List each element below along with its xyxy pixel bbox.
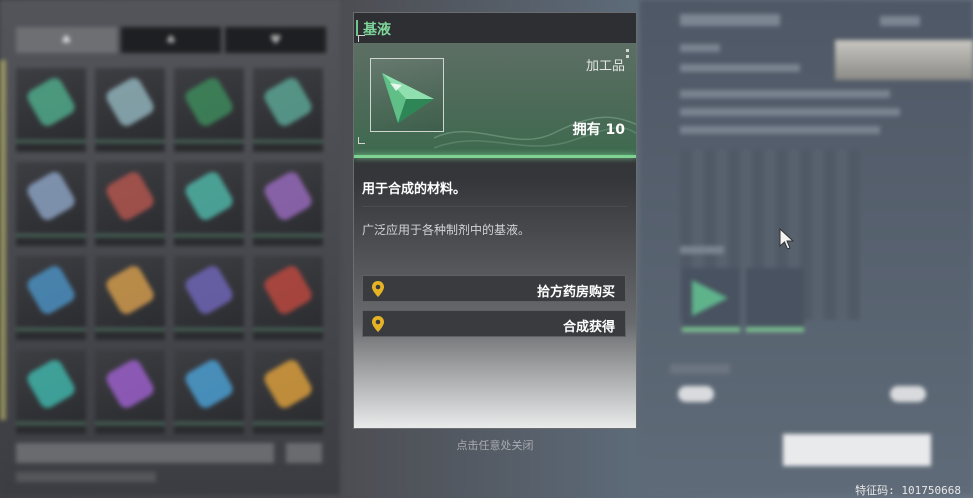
item-category: 加工品 bbox=[585, 59, 625, 74]
inventory-slot[interactable] bbox=[253, 68, 323, 152]
location-pin-icon bbox=[372, 316, 384, 332]
inventory-slot[interactable] bbox=[174, 350, 244, 434]
inventory-tabs: ♠ ♠ ♥ bbox=[16, 27, 327, 53]
inventory-slot[interactable] bbox=[95, 68, 165, 152]
item-name: 基液 bbox=[363, 22, 391, 38]
crafting-text-line bbox=[680, 126, 880, 134]
more-options-icon bbox=[626, 49, 629, 58]
crafting-material-slot[interactable] bbox=[746, 268, 804, 332]
inventory-search-input[interactable] bbox=[16, 443, 274, 463]
inventory-slot[interactable] bbox=[174, 256, 244, 340]
inventory-slot[interactable] bbox=[174, 68, 244, 152]
crafting-title bbox=[680, 14, 780, 26]
corner-bracket bbox=[358, 35, 365, 42]
quantity-minus-button[interactable] bbox=[678, 386, 714, 402]
crafting-text-line bbox=[680, 64, 800, 72]
banner-glow-line bbox=[354, 155, 636, 158]
inventory-slot[interactable] bbox=[253, 256, 323, 340]
inventory-slot[interactable] bbox=[95, 350, 165, 434]
crafting-material-slot[interactable] bbox=[682, 268, 740, 332]
craft-button[interactable] bbox=[783, 434, 931, 466]
feature-code: 特征码: 101750668 bbox=[855, 484, 961, 497]
crafting-panel bbox=[640, 0, 973, 495]
inventory-footer bbox=[16, 472, 156, 482]
divider bbox=[362, 206, 628, 207]
quantity-max-button[interactable] bbox=[890, 386, 926, 402]
inventory-slot[interactable] bbox=[253, 350, 323, 434]
inventory-slot[interactable] bbox=[16, 68, 86, 152]
mouse-cursor-icon bbox=[779, 228, 795, 250]
crafting-text-line bbox=[680, 246, 724, 254]
corner-bracket bbox=[358, 137, 365, 144]
inventory-slot[interactable] bbox=[16, 350, 86, 434]
source-label: 合成获得 bbox=[562, 320, 615, 335]
item-detail-popup: 基液 加工品 拥有 10 用于合成的材料。 广泛应用于各种制剂中的基液。 拾方药… bbox=[353, 12, 637, 429]
inventory-slot[interactable] bbox=[16, 162, 86, 246]
crafting-image bbox=[835, 40, 973, 80]
item-summary: 用于合成的材料。 bbox=[362, 182, 467, 197]
crafting-text-line bbox=[680, 108, 900, 116]
source-button-pharmacy[interactable]: 拾方药房购买 bbox=[362, 275, 626, 302]
green-crystal-icon bbox=[382, 73, 434, 123]
close-hint[interactable]: 点击任意处关闭 bbox=[353, 437, 637, 453]
title-accent-bar bbox=[356, 20, 358, 36]
crafting-tag bbox=[880, 16, 920, 26]
location-pin-icon bbox=[372, 281, 384, 297]
popup-header: 基液 bbox=[354, 13, 636, 43]
tab-all[interactable]: ♠ bbox=[16, 27, 117, 53]
inventory-slot[interactable] bbox=[95, 256, 165, 340]
tab-category-3[interactable]: ♥ bbox=[225, 27, 327, 53]
inventory-slot[interactable] bbox=[95, 162, 165, 246]
tab-category-2[interactable]: ♠ bbox=[120, 27, 222, 53]
inventory-search-button[interactable] bbox=[286, 443, 322, 463]
owned-count: 拥有 10 bbox=[572, 122, 625, 138]
inventory-slot[interactable] bbox=[16, 256, 86, 340]
crafting-text-line bbox=[680, 44, 720, 52]
inventory-slot[interactable] bbox=[253, 162, 323, 246]
item-description: 广泛应用于各种制剂中的基液。 bbox=[362, 223, 531, 237]
inventory-edge-glow bbox=[0, 60, 6, 420]
inventory-slot[interactable] bbox=[174, 162, 244, 246]
inventory-grid bbox=[16, 68, 326, 434]
source-button-craft[interactable]: 合成获得 bbox=[362, 310, 626, 337]
crafting-text-line bbox=[680, 90, 890, 98]
source-label: 拾方药房购买 bbox=[536, 285, 615, 300]
crafting-quantity-label bbox=[670, 364, 730, 374]
inventory-panel: ♠ ♠ ♥ bbox=[0, 0, 340, 495]
